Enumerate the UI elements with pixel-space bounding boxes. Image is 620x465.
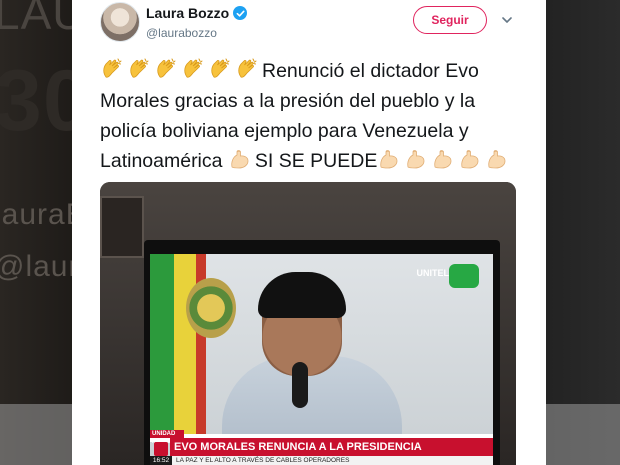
chevron-down-icon[interactable]: [500, 13, 514, 27]
flexed-biceps-icon: [431, 147, 455, 171]
ticker-headline: EVO MORALES RENUNCIA A LA PRESIDENCIA: [170, 438, 493, 456]
author-name-row[interactable]: Laura Bozzo: [146, 5, 248, 21]
flexed-biceps-icon: [404, 147, 428, 171]
author-handle[interactable]: @laurabozzo: [146, 26, 217, 40]
channel-logo-icon: [449, 264, 479, 288]
tweet-text: Renunció el dictador Evo Morales gracias…: [100, 56, 532, 176]
verified-icon: [233, 6, 248, 20]
clapping-hands-icon: [154, 57, 178, 81]
flag-stripe: [174, 254, 196, 434]
clapping-hands-icon: [181, 57, 205, 81]
tweet-photo[interactable]: UNITEL UNIDAD MOVIL EVO MORALES RENUNCIA…: [100, 182, 516, 465]
wall-frame: [100, 196, 144, 258]
ticker-time: 16:52: [150, 456, 172, 465]
flexed-biceps-icon: [485, 147, 509, 171]
flag-stripe: [150, 254, 174, 434]
tweet-text-tail: SI SE PUEDE: [254, 150, 378, 172]
clapping-hands-icon: [235, 57, 259, 81]
tweet-card: Laura Bozzo @laurabozzo Seguir Renunció …: [72, 0, 546, 465]
flexed-biceps-icon-group: [228, 150, 255, 172]
flexed-biceps-icon: [458, 147, 482, 171]
clapping-hands-icon-group: [100, 57, 262, 82]
microphone-icon: [292, 362, 308, 408]
tv-screen: UNITEL UNIDAD MOVIL EVO MORALES RENUNCIA…: [150, 254, 493, 465]
flexed-biceps-icon: [377, 147, 401, 171]
avatar[interactable]: [100, 2, 140, 42]
clapping-hands-icon: [127, 57, 151, 81]
emblem-icon: [186, 278, 236, 338]
ticker-subline: LA PAZ Y EL ALTO A TRAVÉS DE CABLES OPER…: [172, 456, 493, 465]
flexed-biceps-icon: [228, 147, 252, 171]
flexed-biceps-icon-group: [377, 150, 512, 172]
person-hair: [258, 272, 346, 318]
author-name[interactable]: Laura Bozzo: [146, 5, 229, 21]
follow-button[interactable]: Seguir: [413, 6, 487, 34]
clapping-hands-icon: [100, 57, 124, 81]
ticker-icon: [154, 442, 168, 456]
clapping-hands-icon: [208, 57, 232, 81]
channel-logo-text: UNITEL: [416, 268, 450, 278]
ticker-live-label: UNIDAD MOVIL: [150, 430, 184, 445]
